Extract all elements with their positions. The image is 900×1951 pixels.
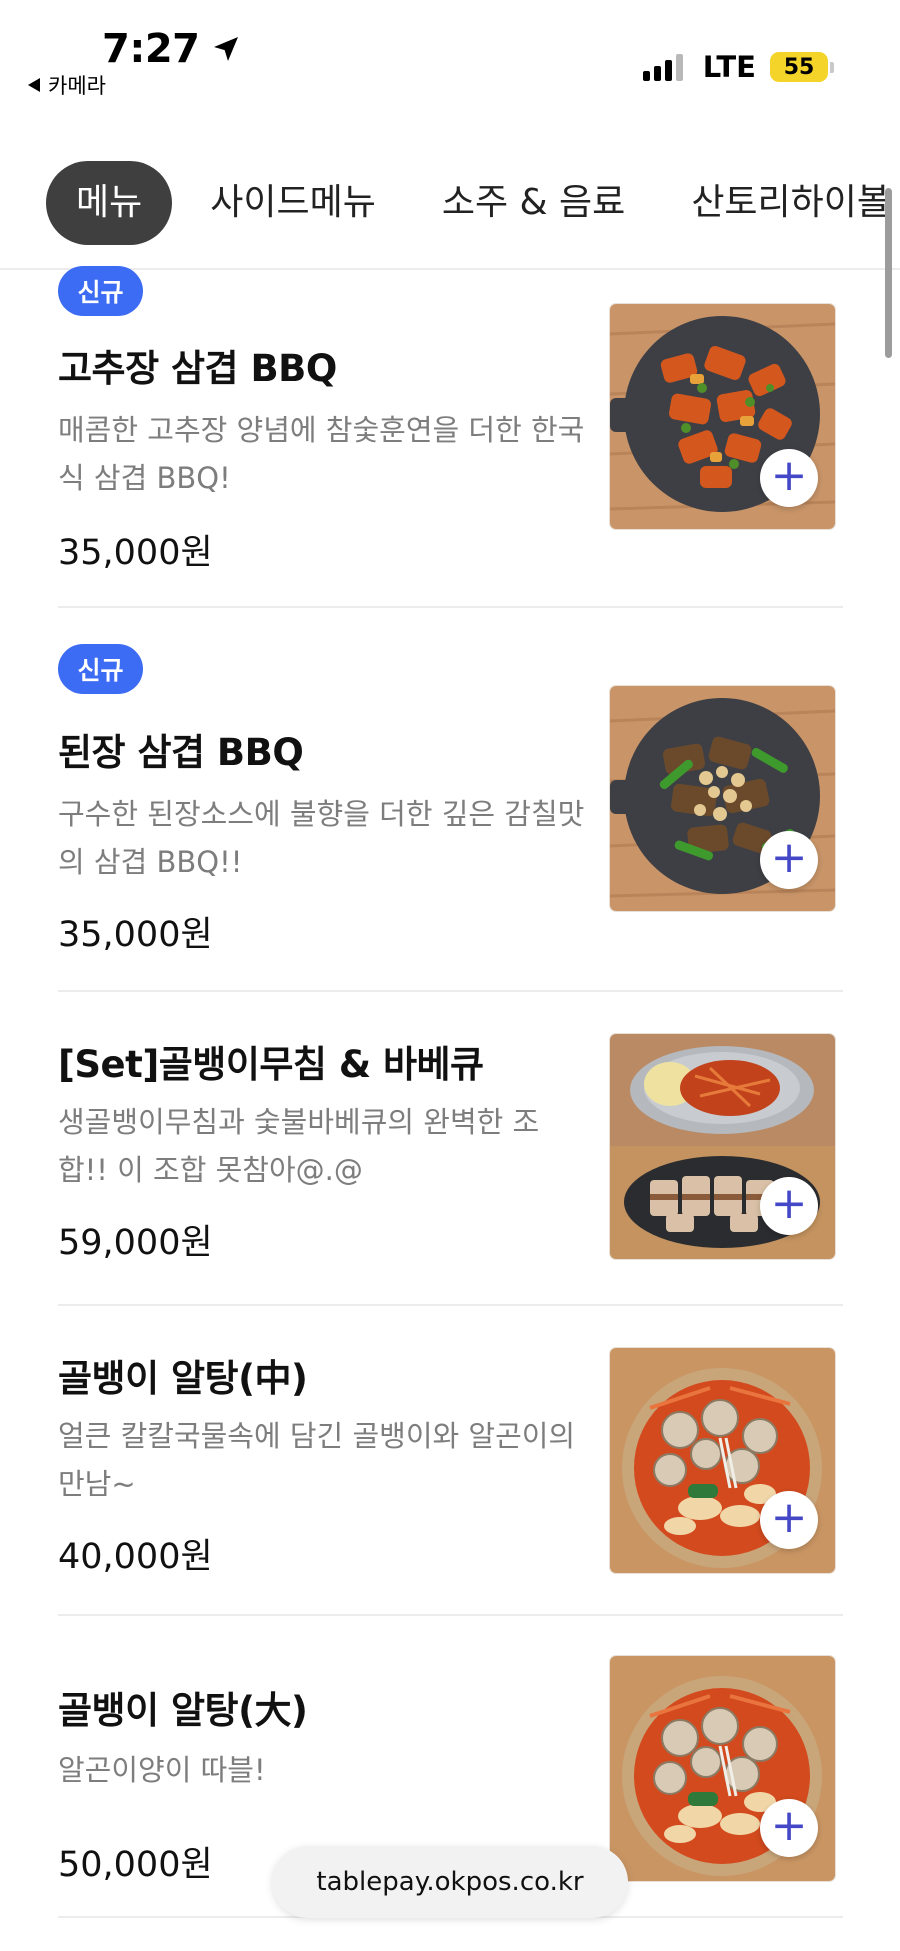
menu-item-description: 구수한 된장소스에 불향을 더한 깊은 감칠맛의 삼겹 BBQ!! xyxy=(58,797,585,879)
menu-item-price: 35,000원 xyxy=(58,533,213,573)
battery-icon: 55 xyxy=(770,52,834,82)
add-to-cart-button[interactable]: + xyxy=(760,1491,818,1549)
menu-page: 7:27 카메라 LTE 55 메뉴 사이드메뉴 소주 & 음료 산토리하이볼 xyxy=(0,0,900,1951)
menu-item-description: 알곤이양이 따블! xyxy=(58,1753,266,1787)
plus-icon: + xyxy=(770,1800,808,1851)
add-to-cart-button[interactable]: + xyxy=(760,1177,818,1235)
menu-item[interactable]: 신규 된장 삼겹 BBQ 구수한 된장소스에 불향을 더한 깊은 감칠맛의 삼겹… xyxy=(58,608,843,992)
menu-item[interactable]: 신규 고추장 삼겹 BBQ 매콤한 고추장 양념에 참숯훈연을 더한 한국식 삼… xyxy=(58,262,843,608)
plus-icon: + xyxy=(770,450,808,501)
menu-item-description: 얼큰 칼칼국물속에 담긴 골뱅이와 알곤이의 만남~ xyxy=(58,1419,576,1501)
menu-item-name: 고추장 삼겹 BBQ xyxy=(58,347,337,390)
menu-item-description: 매콤한 고추장 양념에 참숯훈연을 더한 한국식 삼겹 BBQ! xyxy=(58,413,585,495)
back-triangle-icon xyxy=(28,78,40,92)
tab-soju-drinks[interactable]: 소주 & 음료 xyxy=(414,161,653,245)
add-to-cart-button[interactable]: + xyxy=(760,449,818,507)
status-indicators: LTE 55 xyxy=(639,50,834,84)
menu-item-name: 된장 삼겹 BBQ xyxy=(58,731,304,774)
new-badge: 신규 xyxy=(58,266,143,316)
menu-item-name: 골뱅이 알탕(大) xyxy=(58,1689,308,1732)
menu-item-description: 생골뱅이무침과 숯불바베큐의 완벽한 조합!! 이 조합 못참아@.@ xyxy=(58,1105,540,1187)
cellular-signal-icon xyxy=(639,53,683,81)
menu-item-name: 골뱅이 알탕(中) xyxy=(58,1357,308,1400)
menu-item[interactable]: [Set]골뱅이무침 & 바베큐 생골뱅이무침과 숯불바베큐의 완벽한 조합!!… xyxy=(58,992,843,1306)
new-badge: 신규 xyxy=(58,644,143,694)
scrollbar[interactable] xyxy=(885,188,892,358)
back-to-app-button[interactable]: 카메라 xyxy=(28,70,106,100)
location-arrow-icon xyxy=(213,37,238,61)
add-to-cart-button[interactable]: + xyxy=(760,1799,818,1857)
plus-icon: + xyxy=(770,1178,808,1229)
plus-icon: + xyxy=(770,832,808,883)
battery-level: 55 xyxy=(770,52,828,82)
back-app-label: 카메라 xyxy=(48,74,106,98)
status-time: 7:27 xyxy=(102,26,200,72)
tab-menu[interactable]: 메뉴 xyxy=(46,161,173,245)
network-type: LTE xyxy=(702,50,756,84)
menu-item-name: [Set]골뱅이무침 & 바베큐 xyxy=(58,1043,484,1086)
menu-item[interactable]: 골뱅이 알탕(中) 얼큰 칼칼국물속에 담긴 골뱅이와 알곤이의 만남~ 40,… xyxy=(58,1306,843,1616)
menu-item-price: 40,000원 xyxy=(58,1537,213,1577)
tab-side-menu[interactable]: 사이드메뉴 xyxy=(182,161,404,245)
category-tab-bar: 메뉴 사이드메뉴 소주 & 음료 산토리하이볼 xyxy=(0,160,900,270)
category-tabs: 메뉴 사이드메뉴 소주 & 음료 산토리하이볼 xyxy=(46,160,900,246)
menu-item-price: 59,000원 xyxy=(58,1223,213,1263)
url-text: tablepay.okpos.co.kr xyxy=(316,1867,584,1897)
status-bar: 7:27 카메라 LTE 55 xyxy=(0,0,900,120)
menu-item-price: 50,000원 xyxy=(58,1845,213,1885)
add-to-cart-button[interactable]: + xyxy=(760,831,818,889)
browser-url-bar[interactable]: tablepay.okpos.co.kr xyxy=(272,1846,628,1918)
menu-item-price: 35,000원 xyxy=(58,915,213,955)
time-group: 7:27 xyxy=(102,26,242,72)
tab-suntory-highball[interactable]: 산토리하이볼 xyxy=(663,161,900,245)
plus-icon: + xyxy=(770,1492,808,1543)
